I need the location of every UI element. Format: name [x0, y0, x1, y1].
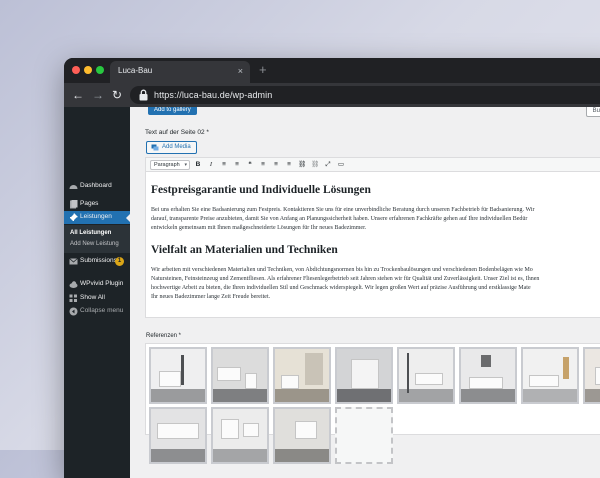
sidebar-item-show-all[interactable]: Show All — [64, 292, 130, 305]
add-to-gallery-button[interactable]: Add to gallery — [148, 107, 197, 115]
paragraph-line: darauf, transparente Preise anzubieten, … — [151, 216, 528, 222]
gallery-thumbnail[interactable] — [149, 347, 207, 404]
sidebar-item-wpvivid-plugin[interactable]: WPvivid Plugin — [64, 278, 130, 291]
sidebar-item-label: Dashboard — [80, 182, 112, 189]
align-center-button[interactable]: ≡ — [272, 160, 280, 169]
submenu-item-add-new-leistung[interactable]: Add New Leistung — [70, 241, 119, 247]
bullet-list-button[interactable]: ≡ — [220, 160, 228, 169]
main-content: Add to gallery Bulk actions Text auf der… — [130, 107, 600, 478]
browser-window: Luca-Bau × + ← → ↻ https://luca-bau.de/w… — [64, 58, 600, 478]
gallery-thumbnail[interactable] — [397, 347, 455, 404]
heading-vielfalt: Vielfalt an Materialien und Techniken — [151, 244, 338, 256]
minimize-window-button[interactable] — [84, 66, 92, 74]
references-gallery — [145, 343, 600, 464]
rich-text-editor[interactable]: Paragraph ▾ B I ≡ ≡ ❝ ≡ ≡ ≡ ⛓ ⛓ ⤢ ▭ Fest… — [145, 157, 600, 318]
paragraph-line: Wir arbeiten mit verschiedenen Materiali… — [151, 267, 533, 273]
text-field-label: Text auf der Seite 02 * — [145, 129, 209, 136]
submenu-item-all-leistungen[interactable]: All Leistungen — [70, 230, 111, 236]
tab-close-icon[interactable]: × — [238, 65, 243, 77]
gallery-thumbnail[interactable] — [211, 347, 269, 404]
sidebar-item-submissions[interactable]: Submissions 1 — [64, 255, 130, 268]
format-select-value: Paragraph — [154, 162, 180, 168]
remove-link-button[interactable]: ⛓ — [311, 160, 319, 169]
sidebar-item-label: Pages — [80, 200, 99, 207]
back-arrow-icon[interactable]: ← — [72, 87, 84, 103]
numbered-list-button[interactable]: ≡ — [233, 160, 241, 169]
sidebar-item-label: Submissions — [80, 257, 117, 264]
bold-button[interactable]: B — [194, 160, 202, 169]
sidebar-submenu: All Leistungen Add New Leistung — [64, 225, 130, 253]
browser-tab[interactable]: Luca-Bau × — [110, 61, 250, 83]
sidebar-item-pages[interactable]: Pages — [64, 198, 130, 211]
align-left-button[interactable]: ≡ — [259, 160, 267, 169]
add-media-button[interactable]: Add Media — [146, 141, 197, 154]
gallery-thumbnail[interactable] — [459, 347, 517, 404]
chevron-down-icon: ▾ — [184, 162, 187, 168]
forward-arrow-icon[interactable]: → — [92, 87, 104, 103]
cloud-icon — [69, 281, 78, 288]
toolbar-toggle-button[interactable]: ▭ — [337, 160, 345, 169]
address-bar[interactable]: https://luca-bau.de/wp-admin — [130, 86, 600, 104]
lock-icon — [139, 89, 148, 101]
new-tab-button[interactable]: + — [259, 63, 267, 77]
notification-badge: 1 — [115, 257, 124, 266]
insert-link-button[interactable]: ⛓ — [298, 160, 306, 169]
admin-sidebar: Dashboard Pages Leistungen All Leistunge… — [64, 107, 130, 478]
sidebar-item-label: Leistungen — [80, 213, 112, 220]
blockquote-button[interactable]: ❝ — [246, 160, 254, 169]
pin-icon — [69, 213, 78, 222]
maximize-window-button[interactable] — [96, 66, 104, 74]
url-text: https://luca-bau.de/wp-admin — [154, 90, 273, 100]
dashboard-icon — [69, 185, 78, 189]
sidebar-item-label: Show All — [80, 294, 105, 301]
fullscreen-button[interactable]: ⤢ — [324, 160, 332, 169]
bulk-actions-button[interactable]: Bulk actions — [585, 107, 600, 117]
align-right-button[interactable]: ≡ — [285, 160, 293, 169]
paragraph-line: Ihr neues Badezimmer lange Zeit Freude b… — [151, 294, 271, 300]
gallery-thumbnail[interactable] — [273, 347, 331, 404]
gallery-thumbnail[interactable] — [211, 407, 269, 464]
format-select[interactable]: Paragraph ▾ — [150, 160, 190, 170]
grid-icon — [69, 294, 77, 302]
gallery-thumbnail-placeholder[interactable] — [335, 407, 393, 464]
pages-icon — [70, 200, 78, 209]
paragraph-line: entwickeln gemeinsam mit Ihnen maßgeschn… — [151, 225, 367, 231]
gallery-thumbnail[interactable] — [335, 347, 393, 404]
italic-button[interactable]: I — [207, 160, 215, 169]
editor-toolbar: Paragraph ▾ B I ≡ ≡ ❝ ≡ ≡ ≡ ⛓ ⛓ ⤢ ▭ — [146, 158, 600, 172]
gallery-thumbnail[interactable] — [521, 347, 579, 404]
references-label: Referenzen * — [146, 333, 182, 339]
close-window-button[interactable] — [72, 66, 80, 74]
sidebar-item-collapse-menu[interactable]: Collapse menu — [64, 305, 130, 318]
browser-toolbar: ← → ↻ https://luca-bau.de/wp-admin — [64, 83, 600, 107]
sidebar-item-dashboard[interactable]: Dashboard — [64, 180, 130, 193]
reload-icon[interactable]: ↻ — [112, 87, 122, 103]
paragraph-line: Natursteinen, Feinsteinzeug und Zementfl… — [151, 276, 540, 282]
paragraph-line: hochwertige Arbeit zu bieten, die Ihren … — [151, 285, 531, 291]
gallery-thumbnail[interactable] — [149, 407, 207, 464]
collapse-icon — [69, 307, 78, 316]
tab-title: Luca-Bau — [118, 66, 153, 75]
envelope-icon — [69, 258, 78, 265]
media-icon — [151, 144, 159, 151]
tab-bar: Luca-Bau × + — [64, 58, 600, 83]
gallery-thumbnail[interactable] — [273, 407, 331, 464]
sidebar-item-label: WPvivid Plugin — [80, 280, 124, 287]
paragraph-line: Bei uns erhalten Sie eine Badsanierung z… — [151, 207, 535, 213]
add-media-label: Add Media — [162, 144, 191, 150]
sidebar-item-leistungen[interactable]: Leistungen — [64, 211, 130, 224]
heading-festpreisgarantie: Festpreisgarantie und Individuelle Lösun… — [151, 184, 371, 196]
sidebar-item-label: Collapse menu — [80, 307, 124, 314]
gallery-thumbnail[interactable] — [583, 347, 600, 404]
editor-body[interactable]: Festpreisgarantie und Individuelle Lösun… — [151, 174, 600, 317]
